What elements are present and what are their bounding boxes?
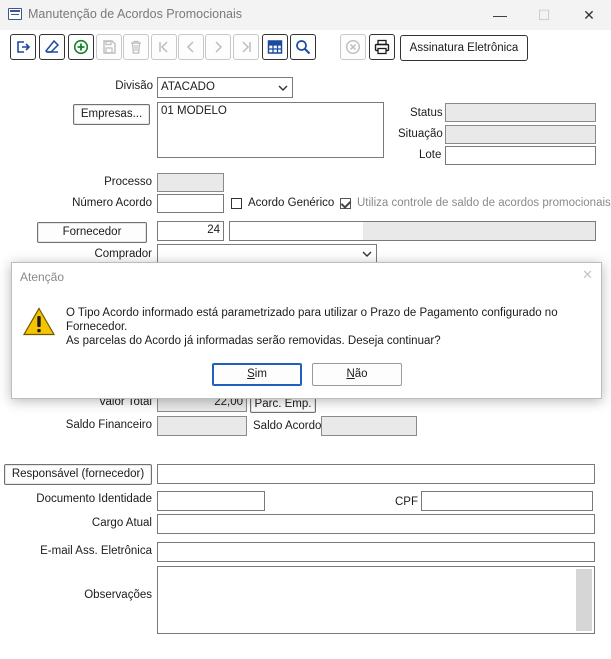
dialog-message-line: As parcelas do Acordo já informadas serã… [66,335,441,347]
print-icon [374,39,390,55]
divisao-label: Divisão [115,80,153,92]
assinatura-eletronica-button[interactable]: Assinatura Eletrônica [400,35,528,61]
warning-icon [23,307,55,336]
yes-button[interactable]: Sim [212,363,302,386]
dialog-title: Atenção [20,270,65,284]
processo-field [157,173,224,192]
grid-icon [267,40,283,54]
scrollbar[interactable] [576,569,592,631]
responsavel-field[interactable] [157,464,595,484]
lote-label: Lote [419,149,442,161]
delete-icon [131,40,141,54]
confirmation-dialog: Atenção ✕ O Tipo Acordo informado está p… [11,262,602,399]
status-label: Status [410,107,443,119]
responsavel-button[interactable]: Responsável (fornecedor) [4,464,152,485]
fornecedor-button[interactable]: Fornecedor [37,222,147,243]
no-button[interactable]: Não [312,363,402,386]
next-record-button[interactable] [205,34,231,60]
observacoes-textarea[interactable] [157,566,595,634]
dialog-message-line: O Tipo Acordo informado está parametriza… [66,307,558,333]
saldo-acordo-field [321,416,417,436]
eraser-icon [44,39,60,53]
chevron-down-icon [278,85,288,91]
previous-record-button[interactable] [178,34,204,60]
chevron-down-icon [362,251,372,257]
status-field [445,103,596,122]
minimize-button[interactable]: — [478,0,522,30]
yes-label: im [254,368,267,380]
cancel-icon [345,39,361,55]
no-label: ão [354,368,368,380]
fornecedor-code-field[interactable]: 24 [157,221,224,241]
previous-record-icon [186,41,194,53]
observacoes-label: Observações [84,589,152,601]
acordo-generico-label: Acordo Genérico [248,197,335,209]
add-icon [73,39,89,55]
delete-button[interactable] [123,34,149,60]
save-button[interactable] [96,34,122,60]
search-icon [296,40,311,55]
processo-label: Processo [104,176,152,188]
empresas-list[interactable]: 01 MODELO [157,102,384,158]
saldo-financeiro-label: Saldo Financeiro [65,419,152,431]
next-record-icon [215,41,223,53]
email-field[interactable] [157,542,595,562]
numero-acordo-label: Número Acordo [72,197,152,209]
clear-button[interactable] [39,34,65,60]
acordo-generico-checkbox[interactable] [231,198,242,209]
cpf-field[interactable] [421,491,593,511]
divisao-value: ATACADO [161,81,215,93]
dialog-close-button[interactable]: ✕ [582,267,593,283]
save-icon [103,40,116,54]
cpf-label: CPF [395,496,418,508]
search-button[interactable] [290,34,316,60]
documento-identidade-field[interactable] [157,491,265,511]
grid-view-button[interactable] [262,34,288,60]
lote-field[interactable] [445,146,596,165]
last-record-icon [242,41,251,53]
saldo-acordo-label: Saldo Acordo [253,420,322,432]
cargo-atual-label: Cargo Atual [91,517,152,529]
list-item[interactable]: 01 MODELO [161,105,227,117]
no-mnemonic: N [346,368,355,380]
saldo-financeiro-field [157,416,247,436]
yes-mnemonic: S [247,368,255,380]
utiliza-controle-checkbox[interactable] [340,198,351,209]
comprador-label: Comprador [94,248,152,260]
maximize-button[interactable]: ☐ [522,0,566,30]
exit-icon [17,41,31,53]
comprador-select[interactable] [157,244,377,263]
dialog-message: O Tipo Acordo informado está parametriza… [66,306,591,348]
cancel-button[interactable] [340,34,366,60]
utiliza-controle-label: Utiliza controle de saldo de acordos pro… [357,197,611,209]
last-record-button[interactable] [233,34,259,60]
situacao-field [445,125,596,144]
window-title: Manutenção de Acordos Promocionais [28,7,243,21]
exit-button[interactable] [10,34,36,60]
cargo-atual-field[interactable] [157,514,595,534]
documento-identidade-label: Documento Identidade [36,493,152,505]
situacao-label: Situação [398,128,443,140]
fornecedor-code: 24 [207,224,220,236]
add-button[interactable] [68,34,94,60]
print-button[interactable] [369,34,395,60]
first-record-icon [159,41,168,53]
fornecedor-name-field [229,221,596,241]
app-icon [8,8,22,20]
empresas-button[interactable]: Empresas... [73,104,150,125]
email-label: E-mail Ass. Eletrônica [40,545,152,557]
divisao-select[interactable]: ATACADO [157,77,293,98]
close-button[interactable]: ✕ [567,0,611,30]
first-record-button[interactable] [151,34,177,60]
numero-acordo-field[interactable] [157,194,224,213]
